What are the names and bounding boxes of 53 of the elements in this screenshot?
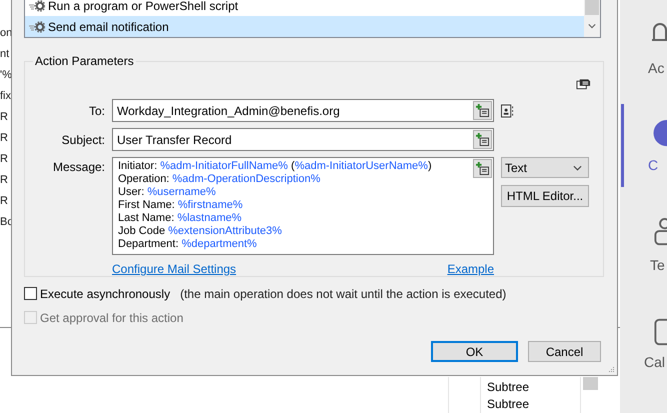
address-book-icon[interactable]	[501, 104, 514, 118]
message-line: Initiator: %adm-InitiatorFullName% (%adm-InitiatorUserName%)	[118, 160, 432, 173]
table-cell: Subtree	[487, 380, 530, 395]
gear-icon	[29, 0, 45, 12]
message-line: Operation: %adm-OperationDescription%	[118, 173, 320, 186]
table-cell-text: nt	[0, 47, 10, 62]
insert-variable-button[interactable]	[473, 101, 492, 120]
subject-field[interactable]: User Transfer Record	[112, 128, 494, 151]
rail-label[interactable]: Ac	[648, 60, 664, 76]
field-label: To:	[88, 104, 105, 118]
scrollbar-thumb[interactable]	[585, 0, 599, 15]
table-cell-text: R	[0, 152, 9, 167]
option-note: (the main operation does not wait until the action is executed)	[180, 286, 506, 300]
cancel-button[interactable]: Cancel	[528, 341, 601, 362]
message-line: Department: %department%	[118, 238, 257, 251]
rail-label[interactable]: Cal	[644, 354, 666, 370]
insert-field-icon	[476, 104, 489, 117]
field-label: Message:	[52, 159, 105, 174]
table-cell-text: R	[0, 194, 9, 209]
example-link[interactable]: Example	[447, 262, 494, 276]
field-label: Subject:	[60, 132, 105, 146]
checkbox-label[interactable]: Execute asynchronously	[40, 286, 170, 300]
gear-icon	[29, 20, 45, 32]
rail-label[interactable]: Te	[650, 257, 665, 273]
table-cell-text: '%	[0, 68, 13, 83]
group-title: Action Parameters	[34, 54, 135, 68]
message-line: Last Name: %lastname%	[118, 212, 242, 225]
insert-variable-button[interactable]	[473, 159, 492, 178]
insert-field-icon	[476, 133, 489, 146]
table-cell-text: R	[0, 131, 9, 146]
html-editor-button[interactable]: HTML Editor...	[501, 185, 589, 207]
message-line: Job Code %extensionAttribute3%	[118, 225, 282, 238]
insert-field-icon	[476, 162, 489, 175]
chevron-down-icon	[573, 164, 582, 170]
action-list-item[interactable]: Send email notification	[25, 16, 584, 37]
format-dropdown[interactable]: Text	[501, 157, 589, 178]
table-cell-text: R	[0, 173, 9, 188]
rail-label[interactable]: C	[648, 157, 658, 173]
resize-grip-icon[interactable]	[607, 365, 615, 373]
scrollbar-thumb[interactable]	[583, 377, 598, 390]
checkbox[interactable]	[24, 287, 37, 300]
message-field[interactable]	[112, 157, 494, 255]
tag-icon[interactable]	[576, 78, 591, 90]
to-field[interactable]: Workday_Integration_Admin@benefis.org	[112, 99, 494, 122]
message-line: First Name: %firstname%	[118, 199, 243, 212]
table-cell: Subtree	[487, 397, 530, 412]
configure-mail-link[interactable]: Configure Mail Settings	[112, 262, 236, 276]
insert-variable-button[interactable]	[473, 130, 492, 149]
message-line: User: %username%	[118, 186, 216, 199]
action-list-item[interactable]: Run a program or PowerShell script	[25, 0, 584, 16]
ok-button[interactable]: OK	[431, 341, 518, 362]
table-cell-text: R	[0, 110, 9, 125]
chevron-down-icon[interactable]	[588, 23, 596, 29]
